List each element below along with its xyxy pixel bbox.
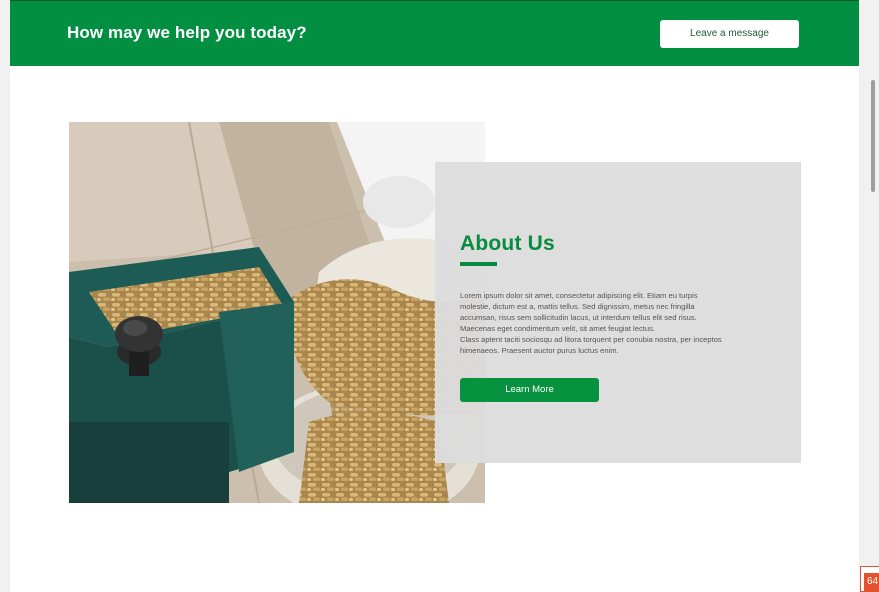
help-banner: How may we help you today? Leave a messa… — [10, 0, 859, 66]
leave-message-button[interactable]: Leave a message — [660, 20, 799, 48]
about-card: About Us Lorem ipsum dolor sit amet, con… — [435, 162, 801, 463]
about-body-line: himenaeos. Praesent auctor purus luctus … — [460, 346, 619, 355]
page: How may we help you today? Leave a messa… — [10, 0, 859, 592]
about-photo — [69, 122, 485, 503]
about-body-line: Class aptent taciti sociosqu ad litora t… — [460, 335, 722, 344]
help-banner-title: How may we help you today? — [67, 23, 307, 42]
scrollbar-thumb[interactable] — [871, 80, 875, 192]
about-title: About Us — [460, 232, 555, 255]
about-body-text: Lorem ipsum dolor sit amet, consectetur … — [460, 290, 778, 356]
about-title-underline — [460, 262, 497, 266]
about-body-line: accumsan, risus sem sollicitudin lacus, … — [460, 313, 697, 322]
corner-notification-badge[interactable]: 64 — [860, 566, 879, 592]
pellets-photo-illustration — [69, 122, 485, 503]
page-scrollbar[interactable] — [868, 78, 876, 194]
about-body-line: Maecenas eget condimentum velit, sit ame… — [460, 324, 656, 333]
badge-count: 64 — [864, 573, 879, 591]
about-body-line: molestie, dictum est a, mattis tellus. S… — [460, 302, 695, 311]
learn-more-button[interactable]: Learn More — [460, 378, 599, 402]
about-body-line: Lorem ipsum dolor sit amet, consectetur … — [460, 291, 698, 300]
